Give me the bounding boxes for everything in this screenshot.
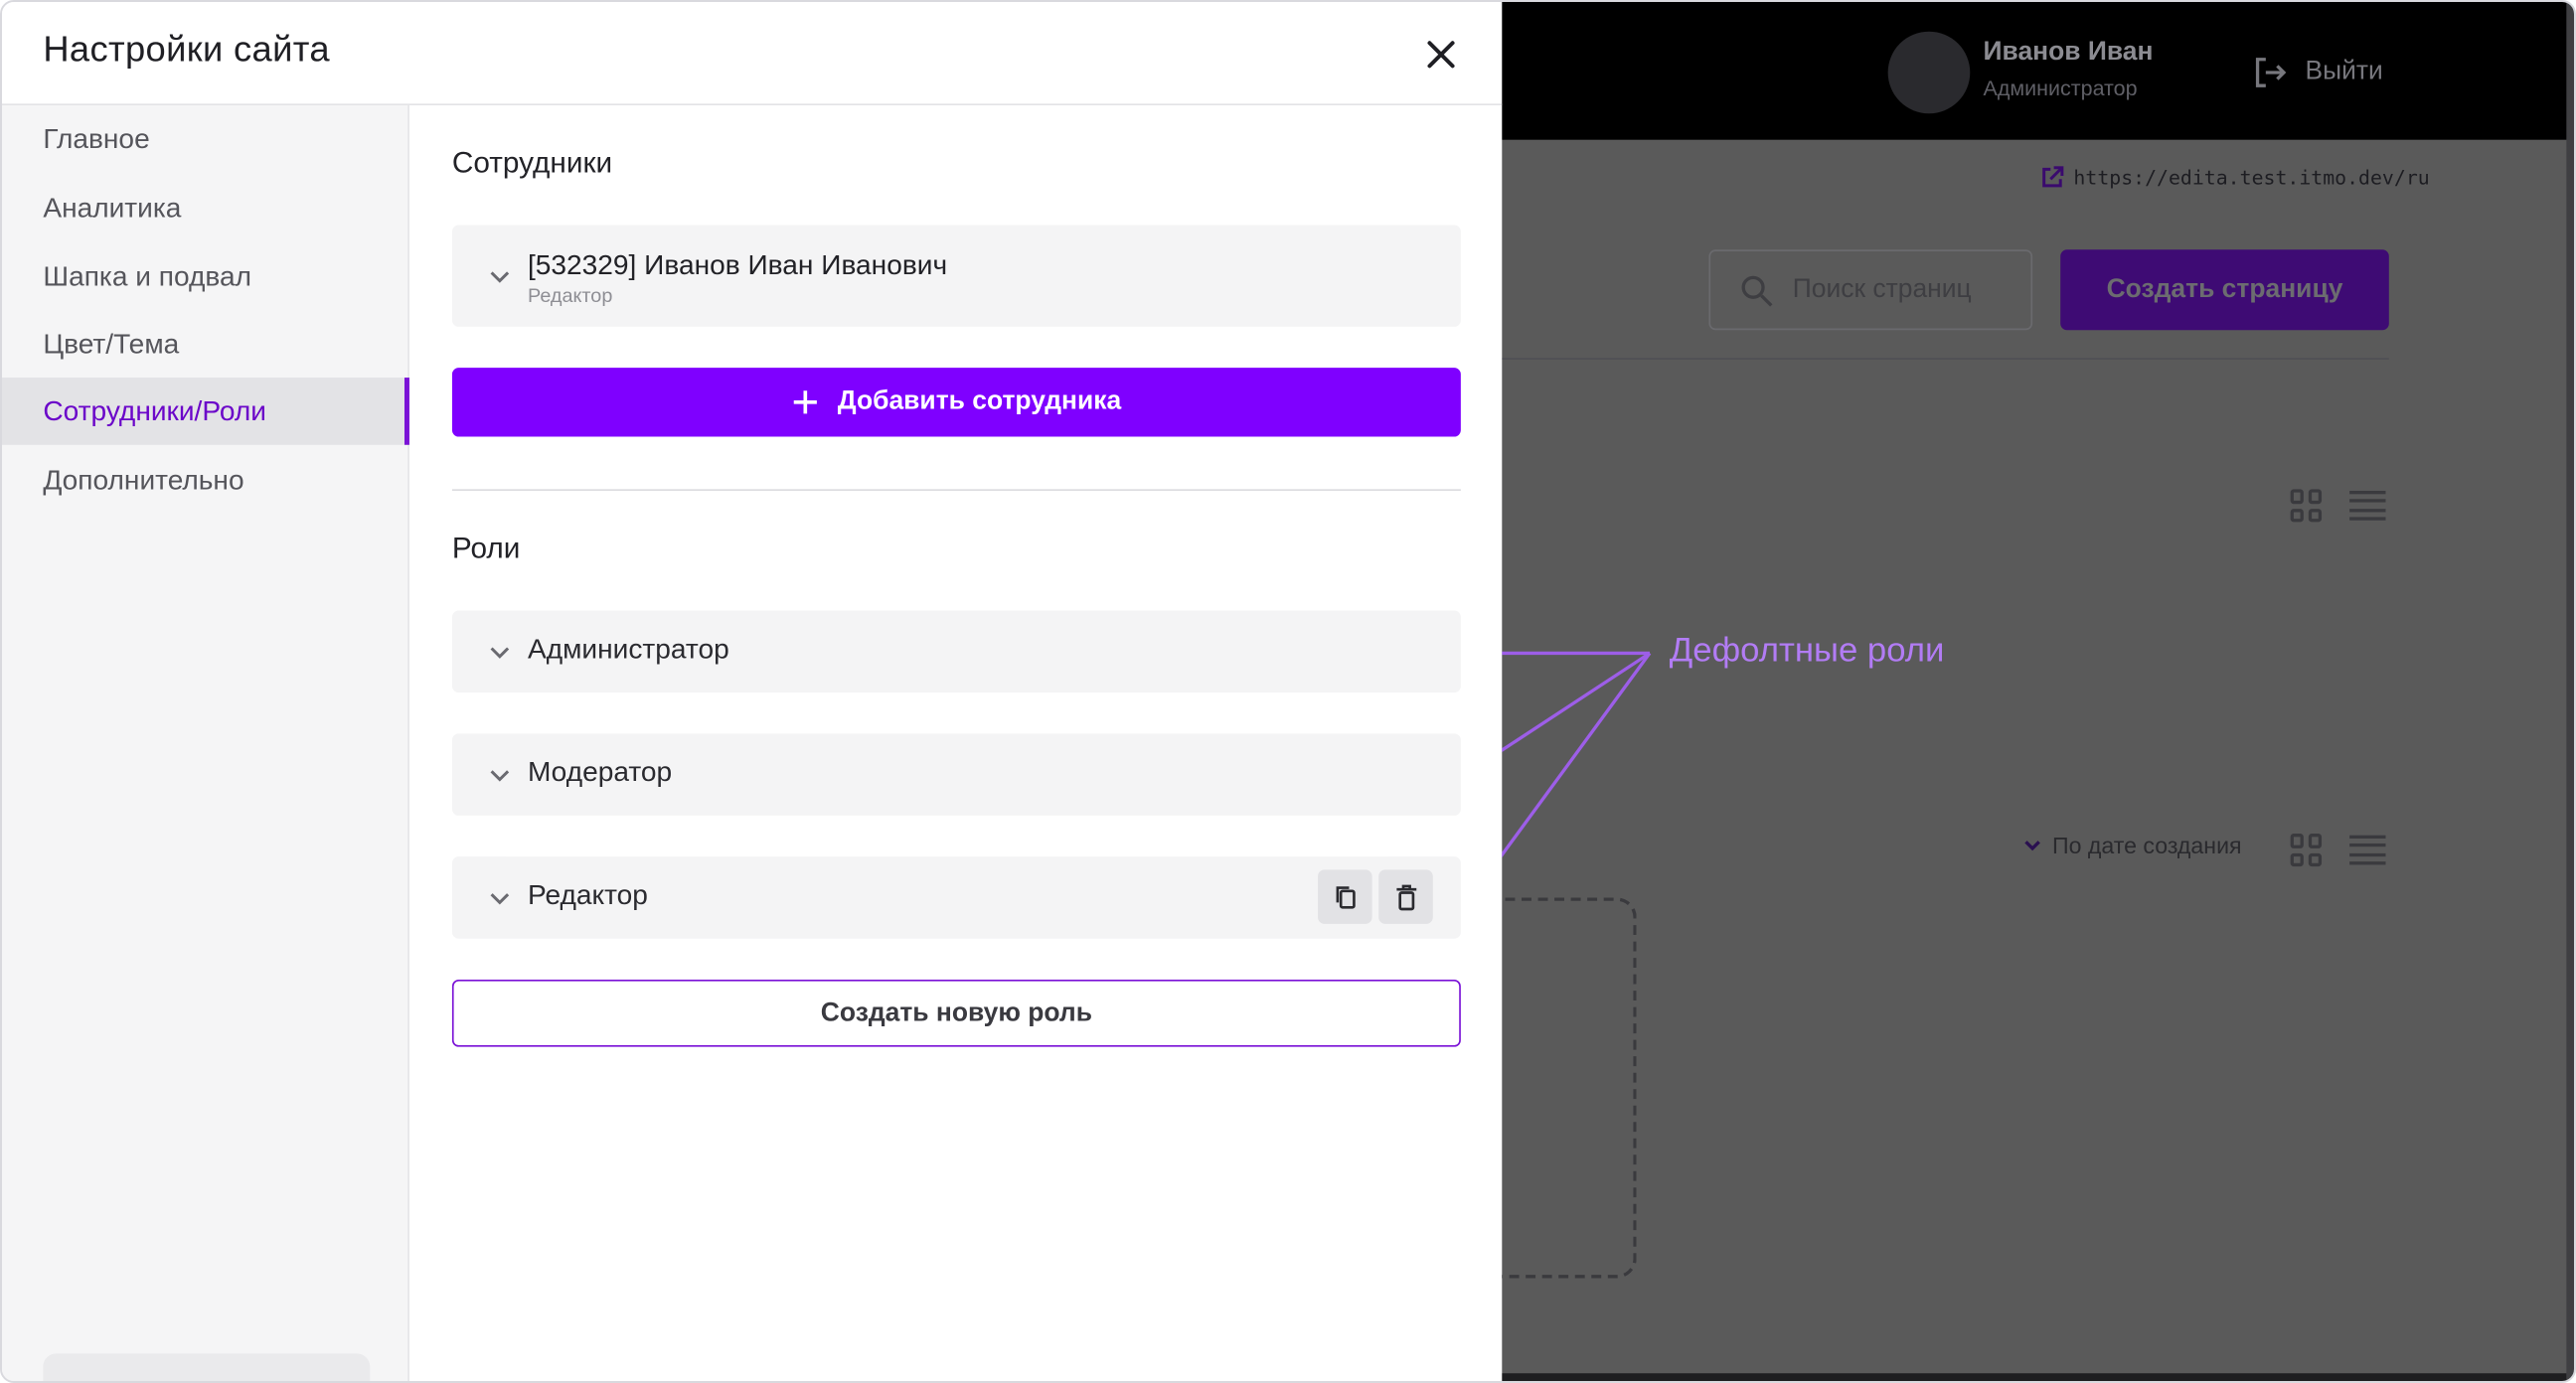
divider: [1502, 358, 2389, 360]
add-employee-button[interactable]: Добавить сотрудника: [451, 368, 1461, 437]
search-input[interactable]: Поиск страниц: [1708, 249, 2033, 331]
employee-name: [532329] Иванов Иван Иванович: [527, 249, 948, 281]
grid-view-icon[interactable]: [2290, 489, 2324, 523]
sidebar-footer-button[interactable]: [43, 1353, 371, 1381]
create-page-button[interactable]: Создать страницу: [2060, 249, 2389, 331]
section-divider: [451, 489, 1461, 491]
settings-content: Сотрудники [532329] Иванов Иван Иванович…: [409, 105, 1502, 1381]
modal-header: Настройки сайта: [2, 2, 1503, 106]
settings-modal: Настройки сайта Главное Аналитика Шапка …: [2, 2, 1503, 1381]
role-label: Администратор: [527, 633, 729, 666]
sort-label: По дате создания: [2051, 832, 2242, 858]
roles-title: Роли: [451, 532, 521, 565]
chevron-down-icon: [490, 893, 510, 905]
avatar: [1887, 31, 1971, 114]
delete-role-button[interactable]: [1378, 869, 1433, 924]
sidebar-item-additional[interactable]: Дополнительно: [2, 446, 409, 514]
chevron-down-icon: [2024, 841, 2040, 851]
logout-icon: [2255, 58, 2287, 87]
sidebar-item-header-footer[interactable]: Шапка и подвал: [2, 243, 409, 311]
app-header: Иванов Иван Администратор Выйти: [1502, 2, 2574, 140]
chevron-down-icon: [490, 647, 510, 659]
employees-title: Сотрудники: [451, 146, 613, 180]
role-item-admin[interactable]: Администратор: [451, 610, 1461, 693]
employee-item[interactable]: [532329] Иванов Иван Иванович Редактор: [451, 225, 1461, 327]
plus-icon: [793, 390, 817, 414]
sidebar-item-main[interactable]: Главное: [2, 105, 409, 173]
close-button[interactable]: [1418, 32, 1464, 77]
role-label: Редактор: [527, 879, 648, 911]
search-placeholder: Поиск страниц: [1792, 274, 1972, 303]
new-page-placeholder-card[interactable]: [1502, 897, 1637, 1279]
role-item-moderator[interactable]: Модератор: [451, 733, 1461, 816]
close-icon: [1427, 41, 1455, 69]
create-role-button[interactable]: Создать новую роль: [451, 979, 1461, 1047]
copy-icon: [1335, 885, 1355, 908]
scrollbar[interactable]: [2566, 2, 2574, 1381]
settings-sidebar: Главное Аналитика Шапка и подвал Цвет/Те…: [2, 105, 409, 1381]
screen-frame: Иванов Иван Администратор Выйти https://…: [0, 0, 2576, 1383]
chevron-down-icon: [490, 770, 510, 782]
logout-label: Выйти: [2305, 58, 2383, 86]
user-role: Администратор: [1983, 76, 2138, 101]
background-app: Иванов Иван Администратор Выйти https://…: [1502, 2, 2574, 1381]
bottom-edge: [1502, 1373, 2567, 1381]
logout-button[interactable]: Выйти: [2249, 48, 2383, 97]
annotation-label: Дефолтные роли: [1669, 631, 1945, 670]
external-link-icon: [2042, 166, 2064, 188]
site-url: https://edita.test.itmo.dev/ru: [2073, 166, 2430, 190]
search-icon: [1741, 274, 1773, 306]
role-label: Модератор: [527, 756, 673, 788]
sort-dropdown[interactable]: По дате создания: [2022, 832, 2242, 858]
sidebar-item-color-theme[interactable]: Цвет/Тема: [2, 310, 409, 378]
employee-role: Редактор: [527, 283, 613, 308]
chevron-down-icon: [490, 271, 510, 283]
user-name: Иванов Иван: [1983, 38, 2154, 67]
add-employee-label: Добавить сотрудника: [837, 386, 1122, 416]
copy-role-button[interactable]: [1318, 869, 1372, 924]
site-link[interactable]: https://edita.test.itmo.dev/ru: [2040, 166, 2430, 190]
modal-title: Настройки сайта: [43, 28, 330, 70]
sidebar-item-analytics[interactable]: Аналитика: [2, 174, 409, 241]
role-item-editor[interactable]: Редактор: [451, 856, 1461, 939]
grid-view-icon-2[interactable]: [2290, 834, 2324, 867]
sidebar-item-employees-roles[interactable]: Сотрудники/Роли: [2, 378, 409, 445]
list-view-icon-2[interactable]: [2349, 835, 2386, 865]
trash-icon: [1395, 883, 1416, 910]
list-view-icon[interactable]: [2349, 490, 2386, 521]
